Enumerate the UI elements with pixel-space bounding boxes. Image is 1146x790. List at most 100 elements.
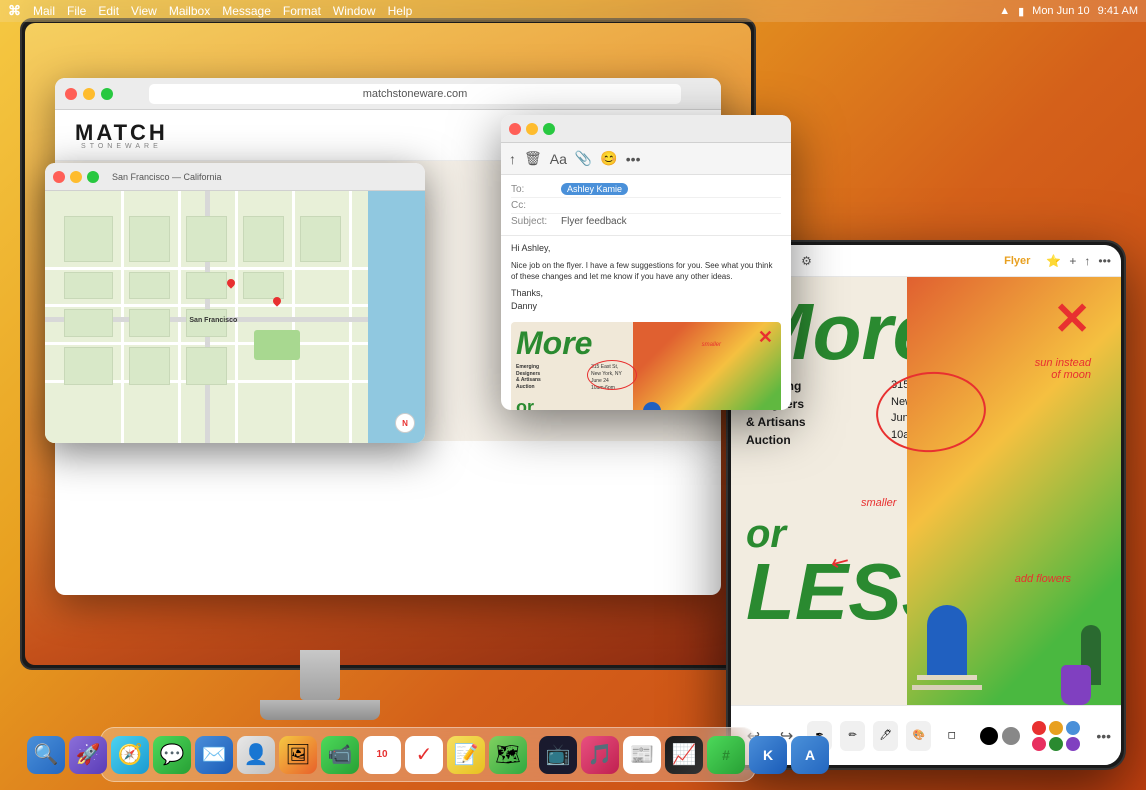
color-pink[interactable] (1032, 737, 1046, 751)
mail-greeting: Hi Ashley, (511, 242, 781, 255)
ipad-annotation-sun: sun insteadof moon (1035, 357, 1091, 381)
close-button[interactable] (65, 88, 77, 100)
dock-app-tv[interactable]: 📺 (539, 736, 577, 774)
maps-close-button[interactable] (53, 171, 65, 183)
ipad-fill-tool[interactable]: 🎨 (906, 721, 931, 751)
ipad-more-button[interactable]: ••• (1096, 728, 1111, 744)
mail-subject-row: Subject: Flyer feedback (511, 214, 781, 229)
dock-app-appstore[interactable]: A (791, 736, 829, 774)
menu-mail[interactable]: Mail (33, 4, 55, 18)
battery-icon: ▮ (1018, 5, 1024, 18)
more-icon[interactable]: ••• (626, 151, 641, 167)
mail-flyer-attachment: More EmergingDesigners& ArtisansAuction … (511, 322, 781, 410)
attach-icon[interactable]: 📎 (575, 150, 592, 167)
ipad-star-icon[interactable]: ⭐ (1046, 254, 1061, 268)
ipad-eraser-tool[interactable]: ◻ (939, 721, 964, 751)
dock-app-reminders[interactable]: ✓ (405, 736, 443, 774)
mail-body[interactable]: Hi Ashley, Nice job on the flyer. I have… (501, 236, 791, 318)
ipad-marker-tool[interactable]: ✏ (840, 721, 865, 751)
delete-icon[interactable]: 🗑 (524, 150, 542, 167)
maps-window: San Francisco — California (45, 163, 425, 443)
color-orange[interactable] (1049, 721, 1063, 735)
to-label: To: (511, 184, 556, 195)
color-gray[interactable] (1002, 727, 1020, 745)
block-8 (243, 216, 285, 261)
ipad-pot (1061, 665, 1091, 705)
sf-map: San Francisco N (45, 191, 425, 443)
color-blue[interactable] (1066, 721, 1080, 735)
website-logo-sub: STONEWARE (75, 143, 168, 150)
send-icon[interactable]: ↑ (509, 151, 516, 167)
mail-body-text: Nice job on the flyer. I have a few sugg… (511, 260, 781, 282)
color-green[interactable] (1049, 737, 1063, 751)
maps-content[interactable]: San Francisco N (45, 191, 425, 443)
color-red[interactable] (1032, 721, 1046, 735)
dock-app-launchpad[interactable]: 🚀 (69, 736, 107, 774)
mail-min-button[interactable] (526, 123, 538, 135)
time: 9:41 AM (1098, 5, 1138, 17)
ipad-more-icon[interactable]: ••• (1098, 254, 1111, 268)
menu-mailbox[interactable]: Mailbox (169, 4, 210, 18)
mail-fields: To: Ashley Kamie Cc: Subject: Flyer feed… (501, 175, 791, 236)
dock-app-messages[interactable]: 💬 (153, 736, 191, 774)
to-recipient[interactable]: Ashley Kamie (561, 183, 628, 195)
format-icon[interactable]: Aa (550, 151, 567, 167)
apple-menu[interactable]: ⌘ (8, 3, 21, 19)
dock-app-safari[interactable]: 🧭 (111, 736, 149, 774)
dock-app-calendar[interactable]: 10 (363, 736, 401, 774)
flyer-more-text: More (516, 327, 592, 359)
dock-app-mail[interactable]: ✉️ (195, 736, 233, 774)
dock-app-maps[interactable]: 🗺 (489, 736, 527, 774)
cc-label: Cc: (511, 200, 556, 211)
block-14 (129, 347, 171, 385)
block-1 (64, 216, 113, 261)
mail-max-button[interactable] (543, 123, 555, 135)
minimize-button[interactable] (83, 88, 95, 100)
flyer-door (643, 402, 661, 410)
block-3 (64, 272, 113, 300)
block-12 (243, 272, 285, 300)
flyer-or-less: orLESS (516, 398, 563, 410)
ipad-steps-2 (912, 685, 982, 690)
ipad-add-icon[interactable]: + (1069, 254, 1076, 268)
dock-app-news[interactable]: 📰 (623, 736, 661, 774)
maps-max-button[interactable] (87, 171, 99, 183)
menu-message[interactable]: Message (222, 4, 271, 18)
dock-app-finder[interactable]: 🔍 (27, 736, 65, 774)
menu-help[interactable]: Help (388, 4, 413, 18)
block-9 (300, 216, 342, 261)
block-5 (64, 309, 113, 337)
menu-file[interactable]: File (67, 4, 86, 18)
dock-app-notes[interactable]: 📝 (447, 736, 485, 774)
ipad-pencil-tool[interactable]: 🖊 (873, 721, 898, 751)
dock-app-music[interactable]: 🎵 (581, 736, 619, 774)
ipad-annotation-smaller: smaller (861, 497, 896, 509)
url-text: matchstoneware.com (363, 88, 468, 100)
ipad-settings-icon[interactable]: ⚙ (801, 254, 812, 268)
url-bar[interactable]: matchstoneware.com (149, 84, 681, 104)
dock-app-numbers[interactable]: # (707, 736, 745, 774)
mail-close-button[interactable] (509, 123, 521, 135)
maps-min-button[interactable] (70, 171, 82, 183)
dock-app-contacts[interactable]: 👤 (237, 736, 275, 774)
dock-app-stocks[interactable]: 📈 (665, 736, 703, 774)
browser-titlebar: matchstoneware.com (55, 78, 721, 110)
menu-format[interactable]: Format (283, 4, 321, 18)
color-purple[interactable] (1066, 737, 1080, 751)
dock-app-keynote[interactable]: K (749, 736, 787, 774)
menu-window[interactable]: Window (333, 4, 376, 18)
maximize-button[interactable] (101, 88, 113, 100)
sf-bay (368, 191, 425, 443)
mail-to-row: To: Ashley Kamie (511, 181, 781, 198)
datetime: Mon Jun 10 (1032, 5, 1089, 17)
ipad-title: Flyer (1004, 255, 1030, 267)
dock-app-photos[interactable]: 🖼 (279, 736, 317, 774)
maps-title: San Francisco — California (112, 172, 222, 182)
emoji-icon[interactable]: 😊 (600, 150, 617, 167)
ipad-share-icon[interactable]: ↑ (1084, 254, 1090, 268)
dock-app-facetime[interactable]: 📹 (321, 736, 359, 774)
flyer-content: More EmergingDesigners& ArtisansAuction … (511, 322, 781, 410)
color-black[interactable] (980, 727, 998, 745)
menu-edit[interactable]: Edit (98, 4, 119, 18)
menu-view[interactable]: View (131, 4, 157, 18)
